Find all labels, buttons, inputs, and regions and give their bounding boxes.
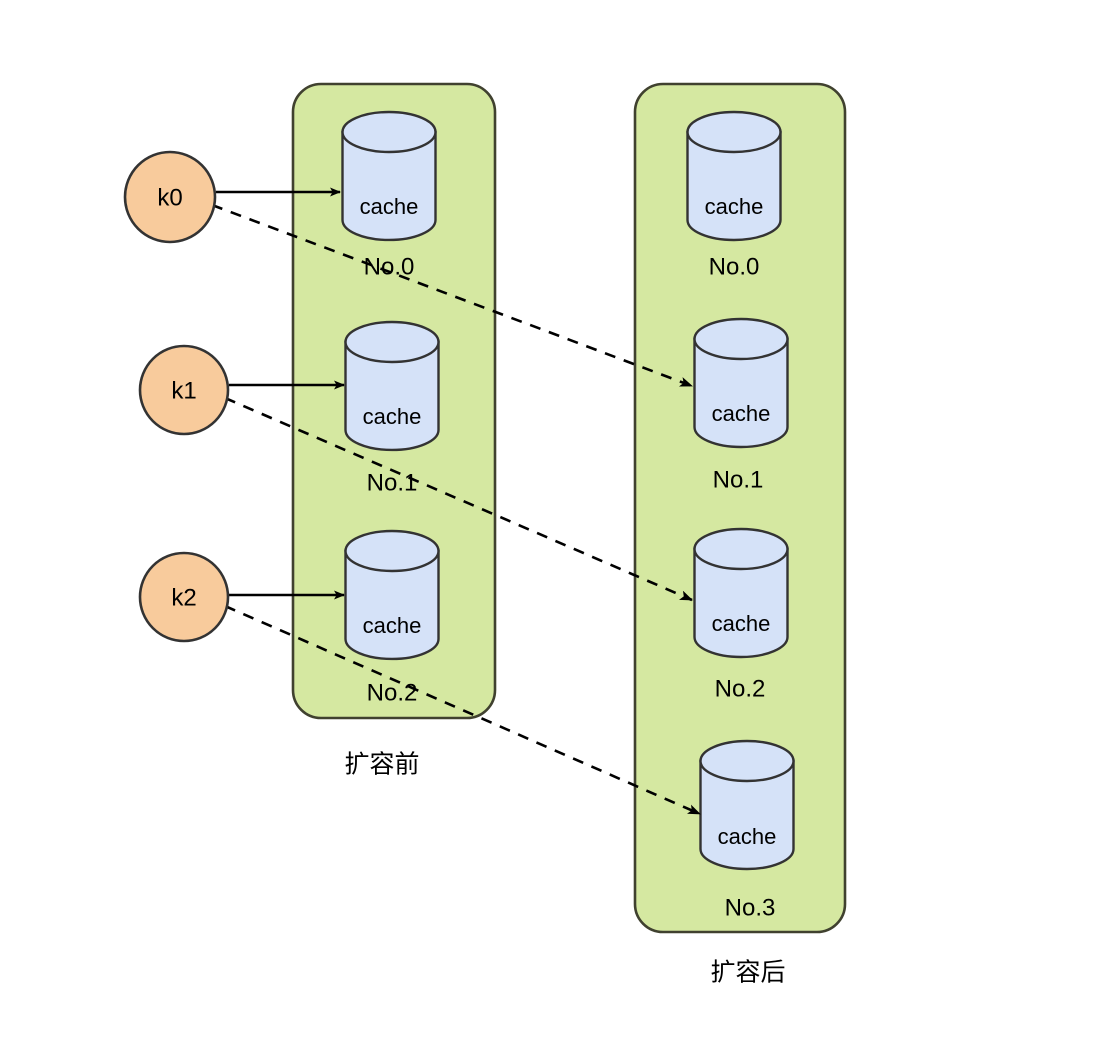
cache-node-text: cache [718,824,777,849]
cylinder-top-icon [344,529,440,573]
node-index-label-before-0: No.0 [364,253,415,280]
key-node-k1[interactable]: k1 [138,344,230,436]
group-after: cache No.0 cache No.1 cache No.2 cache N… [633,82,847,987]
cylinder-top-icon [686,110,782,154]
key-node-k2[interactable]: k2 [138,551,230,643]
cache-node-text: cache [712,401,771,426]
cache-node-before-2[interactable]: cache [344,529,440,661]
cache-node-before-0[interactable]: cache [341,110,437,242]
cache-node-text: cache [363,613,422,638]
cache-node-after-2[interactable]: cache [693,527,789,659]
cache-node-after-3[interactable]: cache [699,739,795,871]
key-label: k0 [157,184,182,211]
cylinder-top-icon [341,110,437,154]
cache-node-before-1[interactable]: cache [344,320,440,452]
node-index-label-before-2: No.2 [367,679,418,706]
cylinder-top-icon [693,527,789,571]
group-before: cache No.0 cache No.1 cache No.2 扩容前 [291,82,497,779]
cache-scaling-diagram: cache No.0 cache No.1 cache No.2 扩容前 cac… [123,82,847,987]
group-caption-before: 扩容前 [344,751,419,779]
node-index-label-after-0: No.0 [709,253,760,280]
node-index-label-before-1: No.1 [367,469,418,496]
key-label: k2 [171,584,196,611]
node-index-label-after-2: No.2 [715,675,766,702]
cache-node-text: cache [360,194,419,219]
cylinder-top-icon [344,320,440,364]
cache-node-text: cache [712,611,771,636]
key-label: k1 [171,377,196,404]
cache-node-after-1[interactable]: cache [693,317,789,449]
diagram-canvas: cache No.0 cache No.1 cache No.2 扩容前 cac… [0,0,1106,1062]
key-node-k0[interactable]: k0 [123,150,217,244]
cylinder-top-icon [699,739,795,783]
group-caption-after: 扩容后 [710,959,785,987]
cache-node-text: cache [705,194,764,219]
node-index-label-after-1: No.1 [713,466,764,493]
cylinder-top-icon [693,317,789,361]
node-index-label-after-3: No.3 [725,894,776,921]
cache-node-text: cache [363,404,422,429]
cache-node-after-0[interactable]: cache [686,110,782,242]
